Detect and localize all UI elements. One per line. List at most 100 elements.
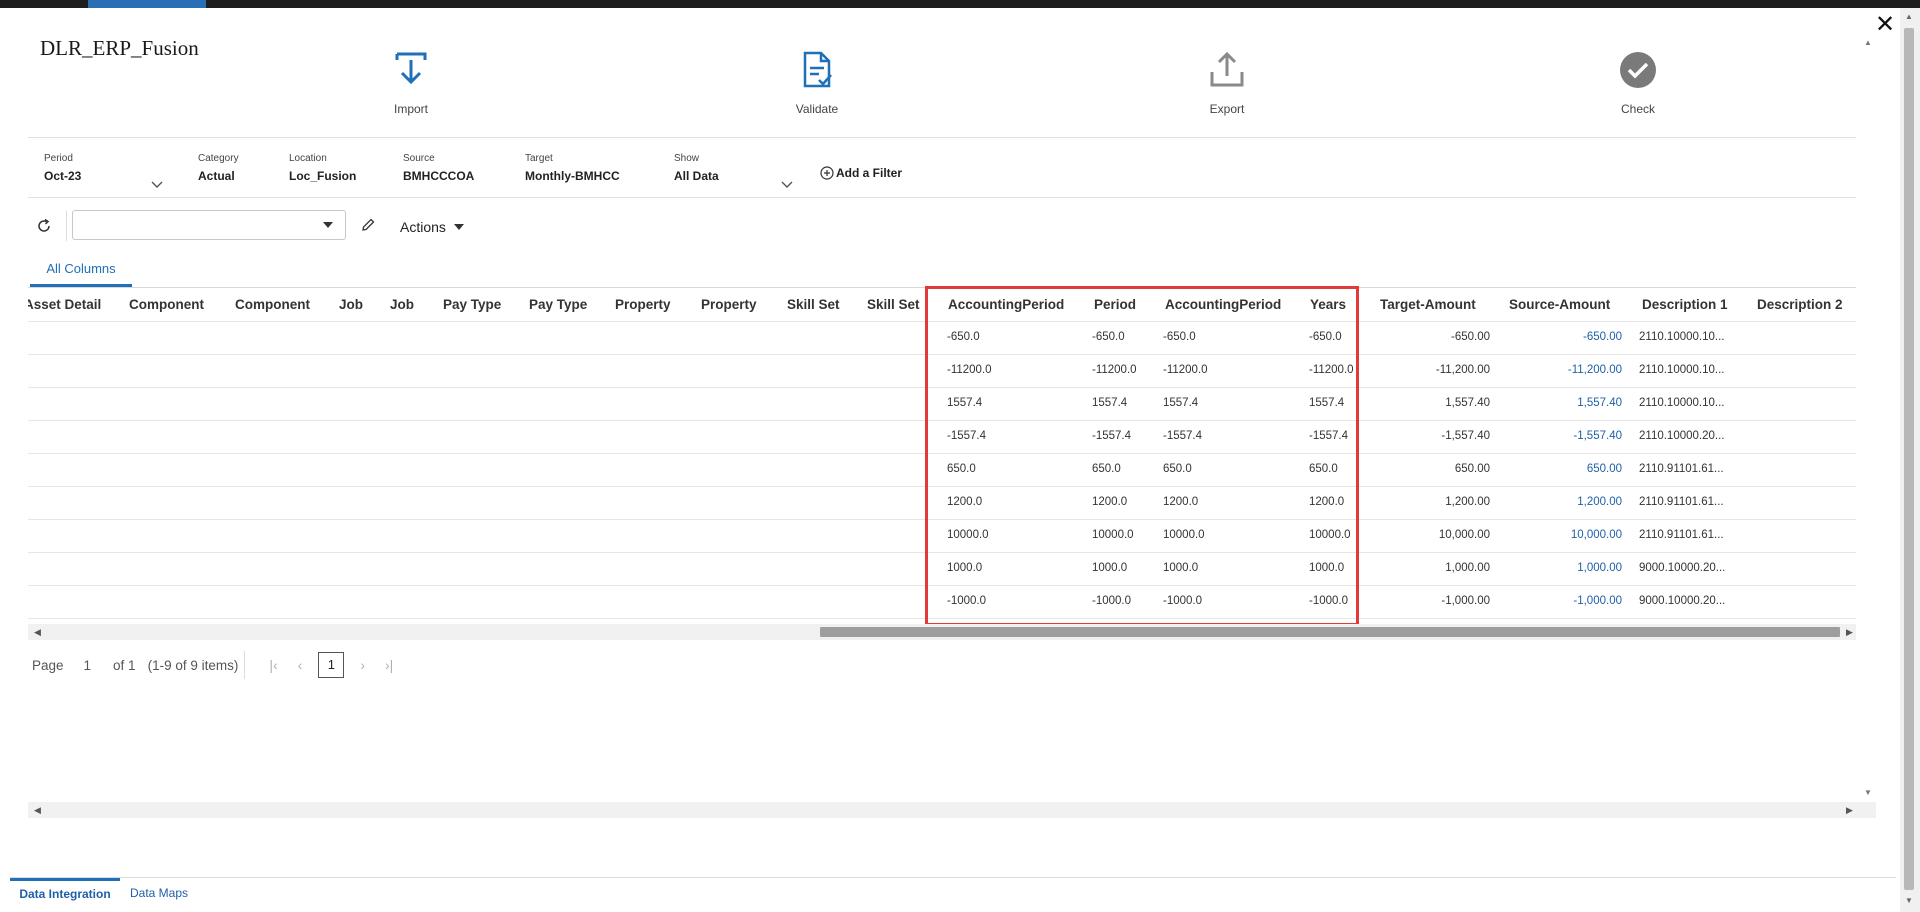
cell-accounting-period[interactable]: 1557.4 — [947, 394, 982, 412]
cell-accounting-period-2[interactable]: 650.0 — [1163, 460, 1192, 478]
page-number-input[interactable]: 1 — [84, 658, 92, 673]
column-header[interactable]: Years — [1310, 288, 1346, 321]
cell-accounting-period[interactable]: 1200.0 — [947, 493, 982, 511]
cell-period[interactable]: -650.0 — [1092, 328, 1125, 346]
cell-years[interactable]: 10000.0 — [1309, 526, 1351, 544]
cell-years[interactable]: -1557.4 — [1309, 427, 1348, 445]
column-header[interactable]: Skill Set — [867, 288, 920, 321]
cell-accounting-period-2[interactable]: 10000.0 — [1163, 526, 1205, 544]
location-filter[interactable]: Location Loc_Fusion — [289, 153, 356, 183]
validate-button[interactable]: Validate — [747, 50, 887, 116]
cell-period[interactable]: -1000.0 — [1092, 592, 1131, 610]
column-header[interactable]: Description 2 — [1757, 288, 1843, 321]
column-header[interactable]: Pay Type — [529, 288, 587, 321]
panel-horizontal-scrollbar[interactable]: ◀ ▶ — [28, 802, 1876, 818]
cell-target-amount[interactable]: 650.00 — [1390, 460, 1490, 478]
cell-source-amount[interactable]: -1,557.40 — [1522, 427, 1622, 445]
column-header[interactable]: Description 1 — [1642, 288, 1728, 321]
column-header[interactable]: Component — [235, 288, 310, 321]
cell-target-amount[interactable]: -650.00 — [1390, 328, 1490, 346]
cell-description-1[interactable]: 2110.91101.61... — [1639, 526, 1724, 544]
cell-target-amount[interactable]: 1,557.40 — [1390, 394, 1490, 412]
column-header[interactable]: Target-Amount — [1380, 288, 1476, 321]
cell-description-1[interactable]: 2110.91101.61... — [1639, 493, 1724, 511]
tab-data-maps[interactable]: Data Maps — [126, 878, 192, 908]
cell-years[interactable]: -650.0 — [1309, 328, 1342, 346]
column-header[interactable]: Skill Set — [787, 288, 840, 321]
cell-source-amount[interactable]: -650.00 — [1522, 328, 1622, 346]
cell-target-amount[interactable]: 1,200.00 — [1390, 493, 1490, 511]
cell-source-amount[interactable]: 10,000.00 — [1522, 526, 1622, 544]
cell-description-1[interactable]: 2110.10000.10... — [1639, 394, 1724, 412]
cell-accounting-period[interactable]: -1000.0 — [947, 592, 986, 610]
scrollbar-thumb[interactable] — [820, 627, 1840, 637]
cell-accounting-period-2[interactable]: -650.0 — [1163, 328, 1196, 346]
cell-period[interactable]: 1557.4 — [1092, 394, 1127, 412]
cell-source-amount[interactable]: -1,000.00 — [1522, 592, 1622, 610]
cell-years[interactable]: 650.0 — [1309, 460, 1338, 478]
cell-source-amount[interactable]: 1,000.00 — [1522, 559, 1622, 577]
check-button[interactable]: Check — [1568, 50, 1708, 116]
scrollbar-thumb[interactable] — [1904, 28, 1914, 890]
cell-accounting-period[interactable]: 10000.0 — [947, 526, 989, 544]
cell-target-amount[interactable]: -11,200.00 — [1390, 361, 1490, 379]
chevron-down-icon[interactable] — [780, 180, 794, 190]
next-page-icon[interactable]: › — [360, 657, 365, 673]
cell-source-amount[interactable]: 650.00 — [1522, 460, 1622, 478]
cell-accounting-period-2[interactable]: -11200.0 — [1163, 361, 1208, 379]
scroll-left-icon[interactable]: ◀ — [34, 627, 41, 637]
source-filter[interactable]: Source BMHCCCOA — [403, 153, 474, 183]
scroll-right-icon[interactable]: ▶ — [1846, 627, 1853, 637]
scroll-left-icon[interactable]: ◀ — [34, 805, 41, 815]
pencil-icon[interactable] — [360, 217, 376, 233]
scroll-right-icon[interactable]: ▶ — [1846, 805, 1853, 815]
target-filter[interactable]: Target Monthly-BMHCC — [525, 153, 620, 183]
column-header[interactable]: Period — [1094, 288, 1136, 321]
cell-accounting-period-2[interactable]: -1557.4 — [1163, 427, 1202, 445]
cell-years[interactable]: 1000.0 — [1309, 559, 1344, 577]
cell-years[interactable]: 1200.0 — [1309, 493, 1344, 511]
cell-target-amount[interactable]: -1,557.40 — [1390, 427, 1490, 445]
period-filter[interactable]: Period Oct-23 — [44, 153, 81, 183]
cell-target-amount[interactable]: 10,000.00 — [1390, 526, 1490, 544]
import-button[interactable]: Import — [341, 50, 481, 116]
first-page-icon[interactable]: |‹ — [269, 657, 277, 673]
cell-description-1[interactable]: 9000.10000.20... — [1639, 592, 1725, 610]
cell-source-amount[interactable]: 1,557.40 — [1522, 394, 1622, 412]
add-filter-button[interactable]: Add a Filter — [820, 166, 902, 180]
page-vertical-scrollbar[interactable]: ▲ ▼ — [1900, 8, 1920, 912]
cell-description-1[interactable]: 9000.10000.20... — [1639, 559, 1725, 577]
cell-description-1[interactable]: 2110.91101.61... — [1639, 460, 1724, 478]
cell-accounting-period-2[interactable]: 1000.0 — [1163, 559, 1198, 577]
cell-accounting-period-2[interactable]: 1557.4 — [1163, 394, 1198, 412]
cell-accounting-period[interactable]: -11200.0 — [947, 361, 992, 379]
cell-description-1[interactable]: 2110.10000.10... — [1639, 361, 1724, 379]
column-header[interactable]: Source-Amount — [1509, 288, 1610, 321]
cell-accounting-period[interactable]: 650.0 — [947, 460, 976, 478]
column-header[interactable]: Property — [615, 288, 671, 321]
column-header[interactable]: AccountingPeriod — [948, 288, 1064, 321]
tab-all-columns[interactable]: All Columns — [30, 252, 132, 287]
column-header[interactable]: Job — [390, 288, 414, 321]
export-button[interactable]: Export — [1157, 50, 1297, 116]
show-filter[interactable]: Show All Data — [674, 153, 719, 183]
cell-accounting-period[interactable]: -650.0 — [947, 328, 980, 346]
category-filter[interactable]: Category Actual — [198, 153, 239, 183]
cell-accounting-period[interactable]: -1557.4 — [947, 427, 986, 445]
horizontal-scrollbar[interactable]: ◀ ▶ — [28, 624, 1856, 640]
cell-period[interactable]: 650.0 — [1092, 460, 1121, 478]
cell-accounting-period[interactable]: 1000.0 — [947, 559, 982, 577]
cell-period[interactable]: 1000.0 — [1092, 559, 1127, 577]
cell-period[interactable]: -11200.0 — [1092, 361, 1137, 379]
chevron-down-icon[interactable] — [150, 180, 164, 190]
refresh-icon[interactable] — [36, 218, 52, 234]
column-header[interactable]: Asset Detail — [28, 288, 101, 321]
scroll-down-icon[interactable]: ▼ — [1905, 896, 1913, 905]
scroll-up-icon[interactable]: ▲ — [1905, 12, 1913, 21]
cell-accounting-period-2[interactable]: -1000.0 — [1163, 592, 1202, 610]
current-page-button[interactable]: 1 — [318, 652, 345, 678]
cell-period[interactable]: 1200.0 — [1092, 493, 1127, 511]
cell-target-amount[interactable]: 1,000.00 — [1390, 559, 1490, 577]
cell-period[interactable]: 10000.0 — [1092, 526, 1134, 544]
column-header[interactable]: Pay Type — [443, 288, 501, 321]
